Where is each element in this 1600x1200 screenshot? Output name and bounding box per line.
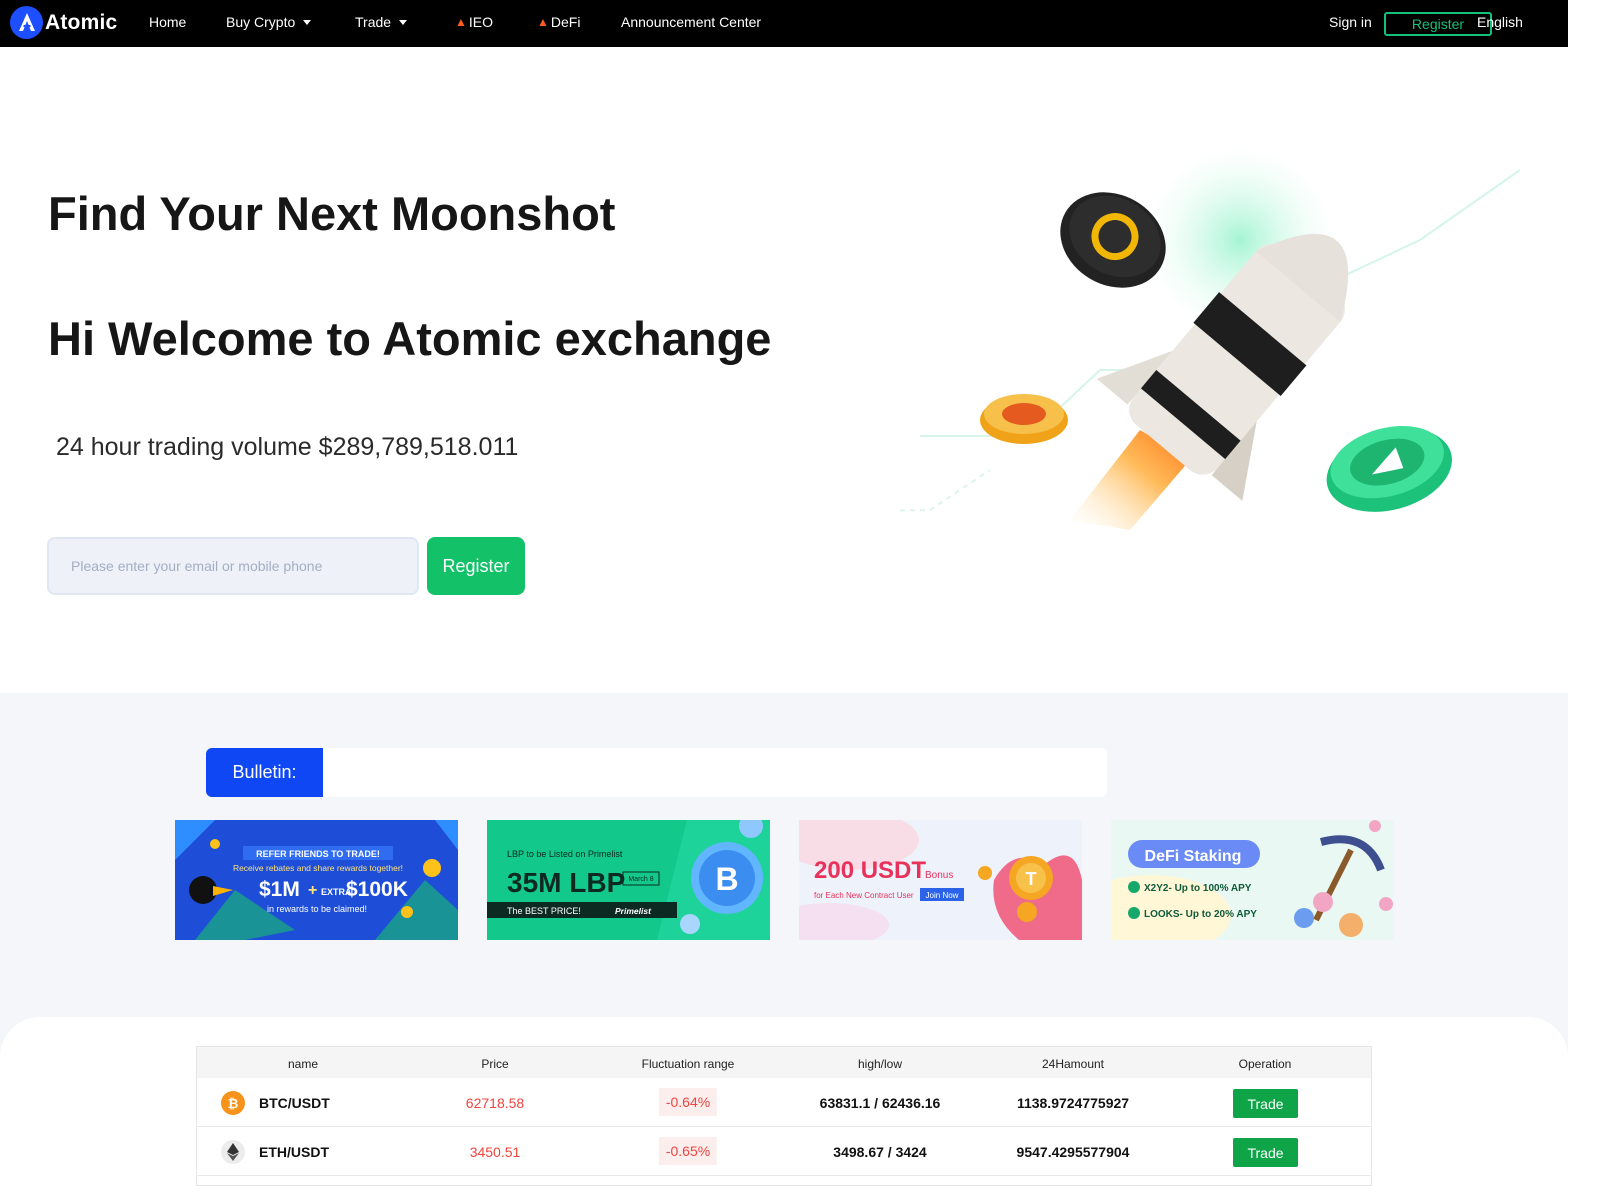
banner2-amount: 35M LBP: [507, 867, 625, 898]
nav-defi-label: DeFi: [550, 14, 581, 30]
banner2-tagline: The BEST PRICE!: [507, 906, 581, 916]
price-value: 3450.51: [469, 1144, 521, 1160]
nav-trade[interactable]: Trade: [355, 14, 408, 30]
hero-register-button[interactable]: Register: [427, 537, 525, 595]
bulletin-label: Bulletin:: [206, 748, 323, 797]
banner2-brand: Primelist: [615, 906, 652, 916]
nav-ieo-label: IEO: [468, 14, 494, 30]
bitcoin-icon: ₿: [221, 1091, 245, 1115]
pair-name: ETH/USDT: [259, 1144, 329, 1160]
hero-title: Find Your Next Moonshot: [48, 187, 616, 240]
chevron-down-icon: [399, 20, 408, 25]
nav-ieo[interactable]: ▲ IEO: [455, 14, 493, 30]
sign-in-link[interactable]: Sign in: [1329, 14, 1372, 30]
change-badge: -0.65%: [658, 1137, 718, 1165]
banner2-date: March 8: [628, 876, 653, 883]
banner1-line2: Receive rebates and share rewards togeth…: [233, 863, 403, 873]
trade-button[interactable]: Trade: [1233, 1089, 1298, 1118]
tether-icon: T: [1026, 869, 1037, 889]
banner4-title: DeFi Staking: [1145, 848, 1242, 865]
language-selector[interactable]: English: [1477, 14, 1523, 30]
market-table: name Price Fluctuation range high/low 24…: [196, 1046, 1372, 1186]
nav-buy-crypto-label: Buy Crypto: [226, 14, 296, 30]
banner1-extra: $100K: [346, 878, 408, 901]
banner-200-usdt-bonus[interactable]: 200 USDT Bonus for Each New Contract Use…: [799, 820, 1082, 940]
banner3-amount: 200 USDT: [814, 857, 926, 884]
banner1-plus: +: [308, 882, 317, 899]
banner1-amount: $1M: [259, 878, 300, 901]
banner3-sub: for Each New Contract User: [814, 891, 914, 900]
header-name: name: [287, 1057, 319, 1071]
nav-home[interactable]: Home: [149, 14, 186, 30]
banner1-line1: REFER FRIENDS TO TRADE!: [256, 849, 380, 859]
email-phone-input[interactable]: [47, 537, 419, 595]
banner4-item1: X2Y2- Up to 100% APY: [1144, 883, 1252, 894]
high-low-value: 63831.1 / 62436.16: [819, 1095, 941, 1111]
header-price: Price: [481, 1057, 509, 1071]
banner-refer-friends[interactable]: REFER FRIENDS TO TRADE! Receive rebates …: [175, 820, 458, 940]
chevron-down-icon: [303, 20, 312, 25]
ethereum-icon: [221, 1140, 245, 1164]
flame-icon: ▲: [455, 15, 467, 29]
hero-welcome: Hi Welcome to Atomic exchange: [48, 312, 772, 365]
header-operation: Operation: [1238, 1057, 1292, 1071]
trading-volume: 24 hour trading volume $289,789,518.011: [56, 433, 519, 461]
table-header: name Price Fluctuation range high/low 24…: [197, 1047, 1371, 1078]
top-navbar: Atomic Home Buy Crypto Trade ▲ IEO ▲ DeF…: [0, 0, 1568, 47]
table-row[interactable]: ₿ BTC/USDT 62718.58 -0.64% 63831.1 / 624…: [197, 1078, 1371, 1127]
price-value: 62718.58: [465, 1095, 525, 1111]
b-token-icon: B: [715, 861, 738, 897]
amount-value: 1138.9724775927: [1016, 1095, 1130, 1111]
banner-35m-lbp[interactable]: LBP to be Listed on Primelist 35M LBP Ma…: [487, 820, 770, 940]
banner2-line1: LBP to be Listed on Primelist: [507, 849, 623, 859]
nav-defi[interactable]: ▲ DeFi: [537, 14, 580, 30]
change-badge: -0.64%: [658, 1088, 718, 1116]
nav-register-button[interactable]: Register: [1384, 12, 1492, 36]
nav-announcement-center[interactable]: Announcement Center: [621, 14, 761, 30]
banner4-item2: LOOKS- Up to 20% APY: [1144, 909, 1257, 920]
banner3-cta: Join Now: [926, 891, 959, 900]
trade-button[interactable]: Trade: [1233, 1138, 1298, 1167]
header-24h-amount: 24Hamount: [1041, 1057, 1105, 1071]
logo-text: Atomic: [45, 10, 118, 34]
amount-value: 9547.4295577904: [1016, 1144, 1130, 1160]
rocket-illustration: [499, 140, 1540, 570]
flame-icon: ▲: [537, 15, 549, 29]
logo[interactable]: Atomic: [10, 6, 117, 39]
banner3-bonus: Bonus: [925, 870, 953, 881]
table-row[interactable]: ETH/USDT 3450.51 -0.65% 3498.67 / 3424 9…: [197, 1127, 1371, 1176]
nav-buy-crypto[interactable]: Buy Crypto: [226, 14, 312, 30]
pair-name: BTC/USDT: [259, 1095, 330, 1111]
bulletin-bar: [206, 748, 1107, 797]
header-high-low: high/low: [857, 1057, 903, 1071]
banner-defi-staking[interactable]: DeFi Staking X2Y2- Up to 100% APY LOOKS-…: [1111, 820, 1394, 940]
atomic-logo-icon: [10, 6, 43, 39]
high-low-value: 3498.67 / 3424: [833, 1144, 927, 1160]
header-fluctuation: Fluctuation range: [641, 1057, 735, 1071]
nav-trade-label: Trade: [355, 14, 392, 30]
banner1-line3: in rewards to be claimed!: [267, 904, 367, 914]
